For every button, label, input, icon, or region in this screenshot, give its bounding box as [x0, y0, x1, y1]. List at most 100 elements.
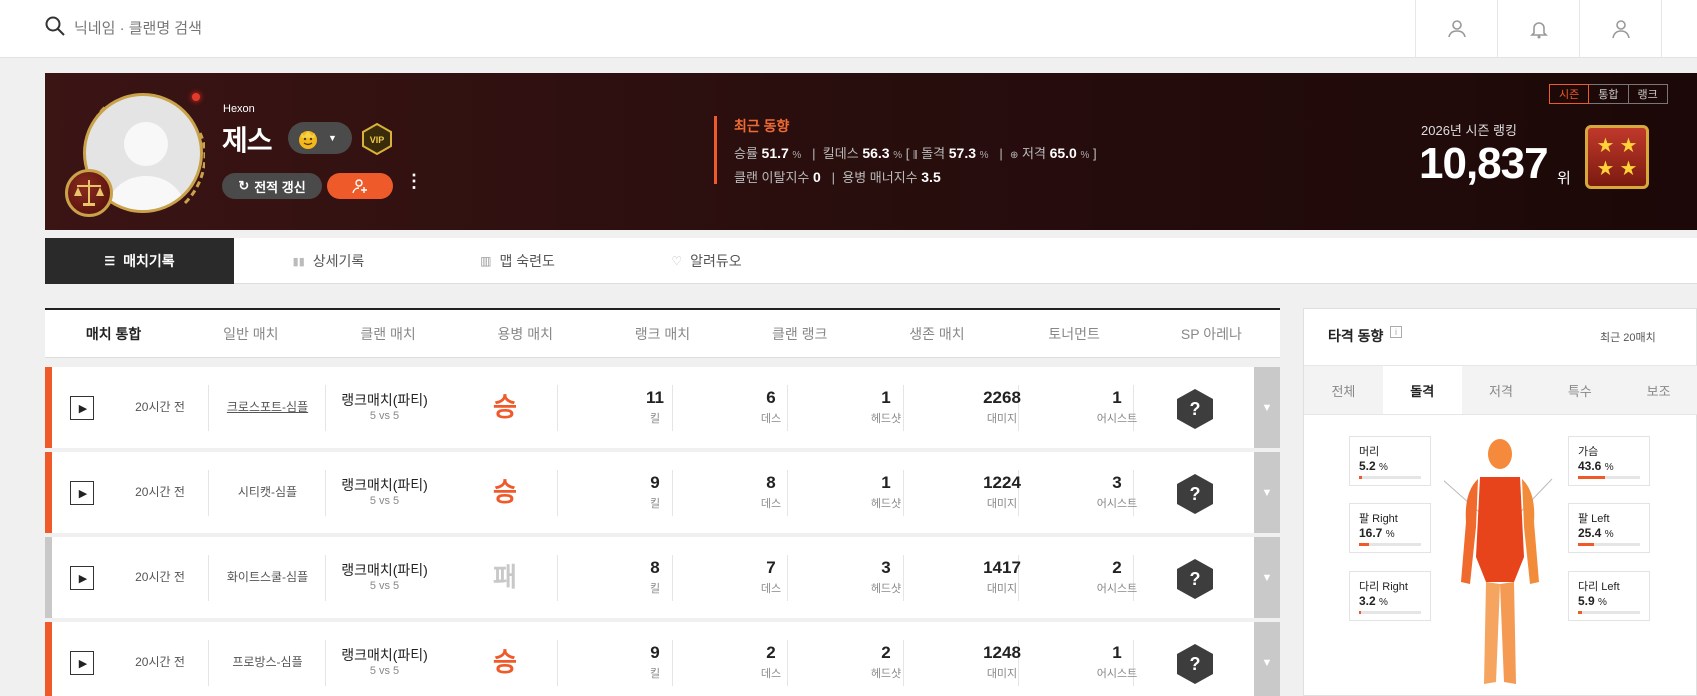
tab-map-proficiency[interactable]: ▥ 맵 숙련도 — [423, 238, 612, 284]
search-icon[interactable] — [44, 15, 66, 37]
filter-clan[interactable]: 클랜 매치 — [319, 310, 456, 357]
more-options-button[interactable]: ⋮ — [405, 171, 423, 192]
tier-badge-icon[interactable]: ? — [1177, 389, 1213, 429]
weapon-type-tabs: 전체 돌격 저격 특수 보조 — [1304, 365, 1697, 415]
bell-icon — [1529, 22, 1548, 39]
chevron-down-icon: ▼ — [1261, 571, 1273, 584]
body-head — [1488, 439, 1512, 469]
info-icon[interactable]: i — [1390, 326, 1402, 338]
separator: | — [831, 170, 836, 185]
notifications-button[interactable] — [1497, 0, 1579, 58]
match-map[interactable]: 프로방스-심플 — [210, 653, 325, 670]
expand-row-button[interactable]: ▼ — [1254, 622, 1280, 696]
match-row[interactable]: ▶ 20시간 전 시티캣-심플 랭크매치(파티) 5 vs 5 승 9 킬 8 데스 1 헤드샷 122… — [45, 452, 1280, 533]
match-time: 20시간 전 — [135, 655, 185, 669]
assault-value: 57.3 — [948, 145, 976, 161]
sniper-value: 65.0 — [1049, 145, 1077, 161]
sniper-label: 저격 — [1022, 146, 1046, 161]
tab-match-record[interactable]: ☰ 매치기록 — [45, 238, 234, 284]
damage-label: 대미지 — [986, 668, 1018, 680]
tab-duo[interactable]: ♡ 알려듀오 — [612, 238, 801, 284]
kill-label: 킬 — [649, 668, 661, 680]
hit-leg-right-bar — [1359, 611, 1361, 614]
more-menu-button[interactable] — [1661, 0, 1697, 58]
tier-badge-icon[interactable]: ? — [1177, 559, 1213, 599]
body-hit-map — [1444, 439, 1553, 684]
ranking-value: 10,837 — [1419, 139, 1549, 188]
online-status-dot — [192, 93, 200, 101]
filter-rank[interactable]: 랭크 매치 — [594, 310, 731, 357]
column-divider — [557, 555, 558, 601]
match-row[interactable]: ▶ 20시간 전 크로스포트-심플 랭크매치(파티) 5 vs 5 승 11 킬 6 데스 1 헤드샷… — [45, 367, 1280, 448]
list-icon: ☰ — [104, 254, 116, 268]
column-divider — [325, 640, 326, 686]
tab-weapon-support[interactable]: 보조 — [1619, 366, 1697, 414]
clan-name[interactable]: Hexon — [223, 103, 255, 115]
bracket-close: ] — [1092, 146, 1097, 161]
filter-all[interactable]: 매치 통합 — [45, 310, 182, 357]
tab-detail-record[interactable]: ▮▮ 상세기록 — [234, 238, 423, 284]
expand-row-button[interactable]: ▼ — [1254, 367, 1280, 448]
tab-weapon-assault[interactable]: 돌격 — [1382, 366, 1462, 414]
damage-value: 2268 — [983, 388, 1021, 407]
hit-trend-panel: 타격 동향 i 최근 20매치 전체 돌격 저격 특수 보조 머리 5.2 % … — [1303, 308, 1697, 696]
filter-normal[interactable]: 일반 매치 — [182, 310, 319, 357]
match-map[interactable]: 화이트스쿨-심플 — [210, 568, 325, 585]
vip-badge-icon: VIP — [362, 123, 392, 155]
clan-leave-label: 클랜 이탈지수 — [734, 170, 810, 185]
play-icon: ▶ — [78, 487, 88, 500]
expand-row-button[interactable]: ▼ — [1254, 537, 1280, 618]
trend-stats-line: 승률 51.7 % | 킬데스 56.3 % [ ⫼ 돌격 57.3 % | ⊕… — [734, 143, 1097, 162]
tab-weapon-all[interactable]: 전체 — [1304, 366, 1383, 414]
tab-rank[interactable]: 랭크 — [1627, 84, 1668, 104]
match-result: 승 — [493, 392, 517, 422]
search-input[interactable] — [74, 16, 374, 40]
friends-button[interactable] — [1415, 0, 1497, 58]
replay-button[interactable]: ▶ — [70, 481, 94, 505]
refresh-record-button[interactable]: ↻ 전적 갱신 — [222, 173, 322, 199]
match-row[interactable]: ▶ 20시간 전 프로방스-심플 랭크매치(파티) 5 vs 5 승 9 킬 2 데스 2 헤드샷 12… — [45, 622, 1280, 696]
tab-season[interactable]: 시즌 — [1549, 84, 1590, 104]
replay-button[interactable]: ▶ — [70, 566, 94, 590]
kill-label: 킬 — [649, 498, 661, 510]
tier-badge-icon[interactable]: ? — [1177, 474, 1213, 514]
death-value: 7 — [766, 558, 776, 577]
win-rate-label: 승률 — [734, 146, 758, 161]
assault-unit: % — [979, 150, 989, 161]
column-divider — [208, 470, 209, 516]
assault-icon: ⫼ — [912, 150, 918, 161]
headshot-label: 헤드샷 — [870, 668, 902, 680]
replay-button[interactable]: ▶ — [70, 651, 94, 675]
add-friend-button[interactable] — [327, 173, 393, 199]
match-map[interactable]: 크로스포트-심플 — [210, 398, 325, 415]
hit-box-arm-left: 팔 Left 25.4 % — [1568, 503, 1650, 553]
main-tabs: ☰ 매치기록 ▮▮ 상세기록 ▥ 맵 숙련도 ♡ 알려듀오 — [45, 238, 1697, 284]
replay-button[interactable]: ▶ — [70, 396, 94, 420]
filter-sp-arena[interactable]: SP 아레나 — [1143, 310, 1280, 357]
refresh-icon: ↻ — [238, 178, 250, 193]
chevron-down-icon: ▼ — [1261, 656, 1273, 669]
hit-trend-title: 타격 동향 — [1328, 328, 1384, 344]
assist-value: 3 — [1112, 473, 1122, 492]
tab-weapon-special[interactable]: 특수 — [1540, 366, 1619, 414]
hit-arm-right-unit: % — [1385, 529, 1395, 540]
filter-tournament[interactable]: 토너먼트 — [1006, 310, 1143, 357]
filter-clan-rank[interactable]: 클랜 랭크 — [731, 310, 868, 357]
hit-arm-left-value: 25.4 — [1578, 526, 1602, 540]
tab-weapon-sniper[interactable]: 저격 — [1462, 366, 1541, 414]
match-time: 20시간 전 — [135, 400, 185, 414]
hit-leg-right-label: 다리 Right — [1359, 581, 1408, 593]
expand-row-button[interactable]: ▼ — [1254, 452, 1280, 533]
hit-head-label: 머리 — [1359, 446, 1380, 458]
tab-total[interactable]: 통합 — [1588, 84, 1629, 104]
filter-mercenary[interactable]: 용병 매치 — [457, 310, 594, 357]
tier-badge-icon[interactable]: ? — [1177, 644, 1213, 684]
match-row[interactable]: ▶ 20시간 전 화이트스쿨-심플 랭크매치(파티) 5 vs 5 패 8 킬 7 데스 3 헤드샷 1… — [45, 537, 1280, 618]
filter-survival[interactable]: 생존 매치 — [868, 310, 1005, 357]
chevron-down-icon: ▼ — [328, 133, 337, 143]
match-map[interactable]: 시티캣-심플 — [210, 483, 325, 500]
emoji-selector[interactable]: ▼ — [288, 122, 352, 154]
hit-box-leg-left: 다리 Left 5.9 % — [1568, 571, 1650, 621]
match-team-size: 5 vs 5 — [369, 410, 400, 422]
account-button[interactable] — [1579, 0, 1661, 58]
